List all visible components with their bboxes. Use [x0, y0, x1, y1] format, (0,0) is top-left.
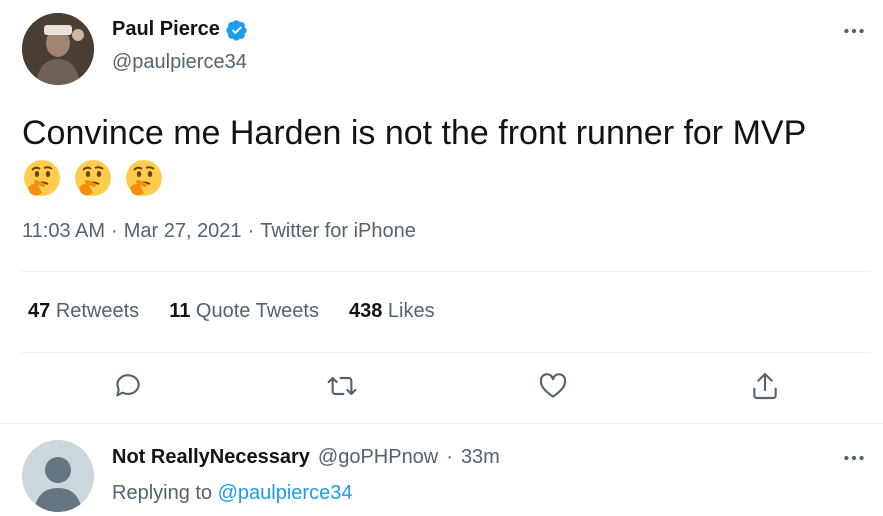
reply-avatar[interactable]: [22, 440, 94, 512]
author-avatar[interactable]: [22, 13, 94, 85]
quotes-count: 11: [169, 300, 191, 322]
tweet-date[interactable]: Mar 27, 2021: [124, 220, 242, 243]
divider: [22, 271, 871, 272]
default-avatar-icon: [22, 440, 94, 512]
reply-author-handle[interactable]: @goPHPnow: [318, 446, 438, 469]
share-icon[interactable]: [749, 370, 781, 402]
quotes-label: Quote Tweets: [195, 300, 319, 322]
reply-header: Not ReallyNecessary @goPHPnow · 33m: [112, 446, 500, 469]
author-name[interactable]: Paul Pierce: [112, 18, 248, 41]
tweet-stats: 47 Retweets 11 Quote Tweets 438 Likes: [28, 300, 435, 323]
author-name-text[interactable]: Paul Pierce: [112, 18, 220, 41]
reply-icon[interactable]: [112, 370, 144, 402]
reply-time[interactable]: 33m: [461, 446, 500, 469]
tweet-source[interactable]: Twitter for iPhone: [260, 220, 416, 243]
more-icon[interactable]: [841, 18, 867, 44]
retweets-label: Retweets: [55, 300, 140, 322]
likes-count: 438: [348, 300, 383, 322]
tweet-actions: [0, 370, 883, 406]
more-icon[interactable]: [841, 445, 867, 471]
likes-label: Likes: [387, 300, 435, 322]
author-handle[interactable]: @paulpierce34: [112, 51, 247, 74]
like-icon[interactable]: [537, 370, 569, 402]
tweet-time[interactable]: 11:03 AM: [22, 220, 105, 243]
divider: [22, 352, 871, 353]
thinking-face-icon: [75, 160, 111, 196]
reply-author-name[interactable]: Not ReallyNecessary: [112, 446, 310, 469]
thread-divider: [0, 423, 883, 424]
quote-tweets-stat[interactable]: 11 Quote Tweets: [169, 300, 319, 323]
thinking-face-icon: [126, 160, 162, 196]
meta-separator: ·: [247, 220, 255, 242]
replying-to-link[interactable]: @paulpierce34: [218, 482, 353, 504]
tweet-text: Convince me Harden is not the front runn…: [22, 110, 862, 198]
thinking-face-icon: [24, 160, 60, 196]
replying-to-prefix: Replying to: [112, 482, 213, 504]
meta-separator: ·: [111, 220, 118, 242]
retweets-stat[interactable]: 47 Retweets: [28, 300, 139, 323]
retweet-icon[interactable]: [326, 370, 358, 402]
tweet-detail: Paul Pierce @paulpierce34 Convince me Ha…: [0, 0, 883, 516]
replying-to: Replying to @paulpierce34: [112, 482, 352, 505]
retweets-count: 47: [28, 300, 51, 322]
verified-badge-icon: [226, 19, 248, 41]
reply-separator: ·: [446, 446, 453, 468]
tweet-emoji-row: [22, 158, 862, 198]
tweet-meta: 11:03 AM · Mar 27, 2021 · Twitter for iP…: [22, 220, 416, 243]
tweet-text-body: Convince me Harden is not the front runn…: [22, 114, 807, 152]
likes-stat[interactable]: 438 Likes: [349, 300, 435, 323]
